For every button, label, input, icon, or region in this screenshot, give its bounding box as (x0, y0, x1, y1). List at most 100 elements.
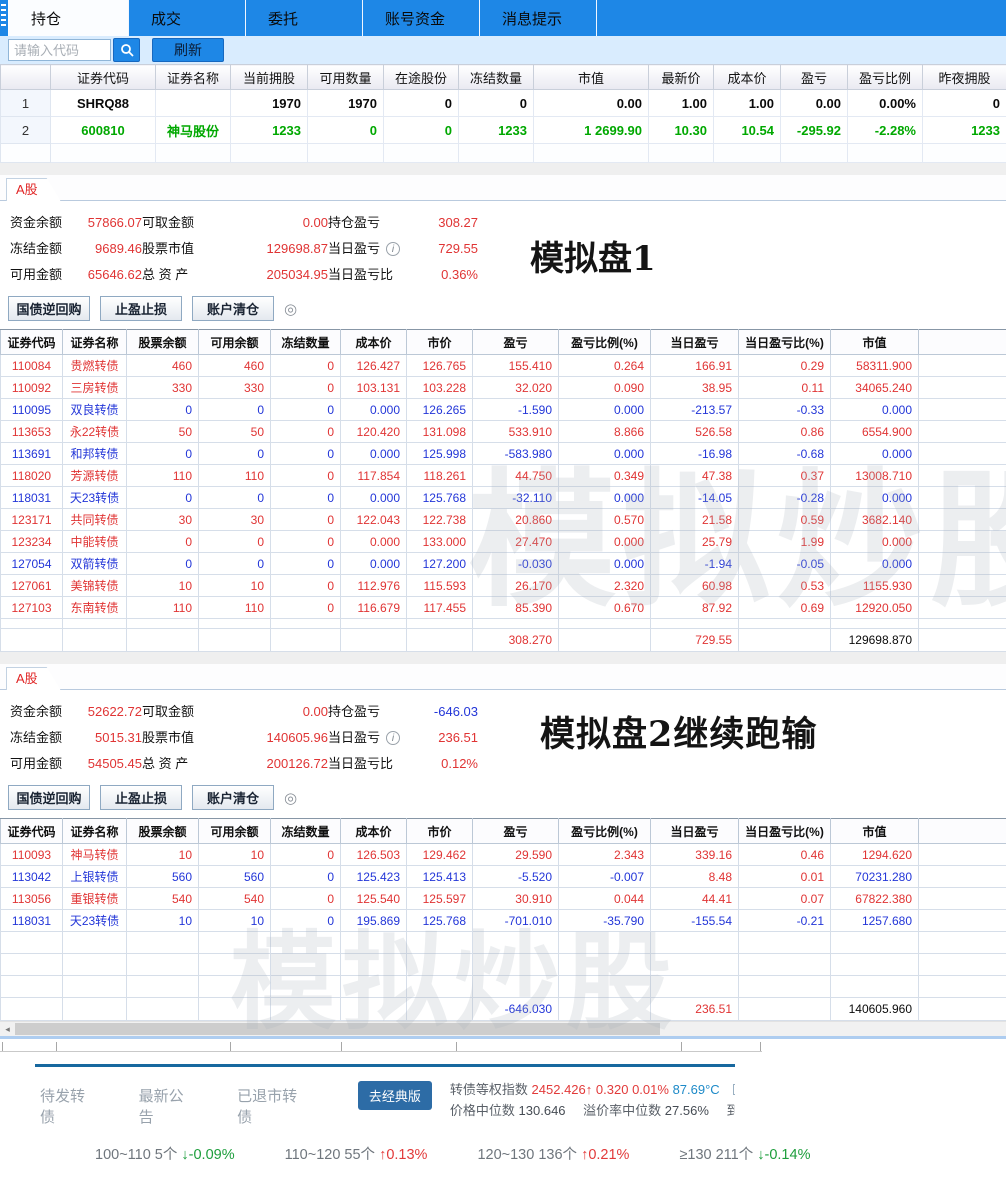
repo-button[interactable]: 国债逆回购 (8, 785, 90, 810)
bottom-menu-item-2[interactable]: 已退市转债 (237, 1085, 308, 1127)
holding-row[interactable]: 113691和邦转债0000.000125.998-583.9800.000-1… (1, 443, 1006, 465)
column-header[interactable]: 可用数量 (308, 65, 384, 90)
column-header[interactable]: 市值 (534, 65, 649, 90)
range-label: 120~130 136个 (477, 1147, 581, 1163)
scroll-left-arrow[interactable]: ◂ (0, 1022, 15, 1036)
bottom-menu-item-1[interactable]: 最新公告 (139, 1085, 196, 1127)
holding-row[interactable]: 123171共同转债30300122.043122.73820.8600.570… (1, 509, 1006, 531)
median-premium-label: 溢价率中位数 (583, 1103, 661, 1118)
column-header[interactable]: 成本价 (341, 819, 407, 844)
holding-row[interactable]: 118031天23转债0000.000125.768-32.1100.000-1… (1, 487, 1006, 509)
column-header[interactable]: 盈亏 (781, 65, 848, 90)
holding-row[interactable]: 127061美锦转债10100112.976115.59326.1702.320… (1, 575, 1006, 597)
column-header[interactable]: 证券代码 (51, 65, 156, 90)
column-header[interactable]: 证券名称 (63, 330, 127, 355)
holding-row[interactable]: 110095双良转债0000.000126.265-1.5900.000-213… (1, 399, 1006, 421)
holding-row[interactable]: 113042上银转债5605600125.423125.413-5.520-0.… (1, 866, 1006, 888)
clear-account-button[interactable]: 账户清仓 (192, 785, 274, 810)
cell: 0.000 (831, 399, 919, 421)
holding-row[interactable]: 113653永22转债50500120.420131.098533.9108.8… (1, 421, 1006, 443)
cell (559, 976, 651, 998)
top-tab-0[interactable]: 持仓 (9, 0, 129, 36)
column-header[interactable]: 在途股份 (384, 65, 459, 90)
column-header[interactable]: 昨夜拥股 (923, 65, 1006, 90)
column-header[interactable]: 盈亏比例 (848, 65, 923, 90)
column-header[interactable]: 证券名称 (63, 819, 127, 844)
search-button[interactable] (113, 38, 140, 62)
column-header[interactable]: 可用余额 (199, 330, 271, 355)
settings-icon[interactable]: ◎ (284, 789, 297, 807)
holding-row[interactable]: 123234中能转债0000.000133.00027.4700.00025.7… (1, 531, 1006, 553)
column-header[interactable]: 冻结数量 (459, 65, 534, 90)
top-tab-4[interactable]: 消息提示 (480, 0, 597, 36)
column-header[interactable]: 盈亏比例(%) (559, 819, 651, 844)
column-header[interactable]: 当日盈亏 (651, 819, 739, 844)
column-header[interactable] (1, 65, 51, 90)
search-input[interactable] (8, 39, 111, 61)
column-header[interactable]: 市值 (831, 819, 919, 844)
position-row[interactable]: 1SHRQ8819701970000.001.001.000.000.00%0 (1, 90, 1006, 117)
column-header[interactable]: 可用余额 (199, 819, 271, 844)
column-header[interactable]: 证券代码 (1, 819, 63, 844)
panel-buttons: 国债逆回购止盈止损账户清仓 ◎ (0, 292, 1006, 329)
holding-row[interactable]: 110092三房转债3303300103.131103.22832.0200.0… (1, 377, 1006, 399)
column-header[interactable]: 市值 (831, 330, 919, 355)
repo-button[interactable]: 国债逆回购 (8, 296, 90, 321)
cell: 460 (199, 355, 271, 377)
scrollbar-thumb[interactable] (15, 1023, 660, 1035)
column-header[interactable]: 成本价 (714, 65, 781, 90)
clear-account-button[interactable]: 账户清仓 (192, 296, 274, 321)
cell (407, 619, 473, 629)
column-header[interactable]: 股票余额 (127, 819, 199, 844)
column-header[interactable]: 市价 (407, 330, 473, 355)
bottom-menu-item-0[interactable]: 待发转债 (40, 1085, 97, 1127)
column-header[interactable]: 冻结数量 (271, 819, 341, 844)
cell: 127061 (1, 575, 63, 597)
cell: 113653 (1, 421, 63, 443)
holding-row[interactable]: 113056重银转债5405400125.540125.59730.9100.0… (1, 888, 1006, 910)
summary-label: 冻结金额 (10, 725, 70, 751)
column-header[interactable]: 最新价 (649, 65, 714, 90)
column-header[interactable]: 盈亏 (473, 819, 559, 844)
column-header[interactable]: 盈亏 (473, 330, 559, 355)
horizontal-scrollbar: ◂ (0, 1021, 1006, 1036)
column-header[interactable]: 盈亏比例(%) (559, 330, 651, 355)
go-classic-button[interactable]: 去经典版 (358, 1081, 432, 1110)
info-icon[interactable]: i (386, 242, 400, 256)
grip-icon[interactable] (0, 0, 9, 36)
tab-a-shares[interactable]: A股 (6, 178, 61, 201)
settings-icon[interactable]: ◎ (284, 300, 297, 318)
column-header[interactable]: 成本价 (341, 330, 407, 355)
cell: 0.349 (559, 465, 651, 487)
holding-row[interactable]: 110084贵燃转债4604600126.427126.765155.4100.… (1, 355, 1006, 377)
cell (341, 619, 407, 629)
column-header[interactable]: 当前拥股 (231, 65, 308, 90)
top-tab-3[interactable]: 账号资金 (363, 0, 480, 36)
column-header[interactable]: 市价 (407, 819, 473, 844)
column-header[interactable]: 股票余额 (127, 330, 199, 355)
tab-a-shares[interactable]: A股 (6, 667, 61, 690)
summary-value: 54505.45 (70, 751, 142, 777)
info-icon[interactable]: i (386, 731, 400, 745)
holding-row[interactable]: 127054双箭转债0000.000127.200-0.0300.000-1.9… (1, 553, 1006, 575)
holding-row[interactable]: 118020芳源转债1101100117.854118.26144.7500.3… (1, 465, 1006, 487)
holding-row[interactable]: 127103东南转债1101100116.679117.45585.3900.6… (1, 597, 1006, 619)
stop-profit-loss-button[interactable]: 止盈止损 (100, 785, 182, 810)
cell: 30 (127, 509, 199, 531)
holding-row[interactable]: 110093神马转债10100126.503129.46229.5902.343… (1, 844, 1006, 866)
column-header[interactable]: 冻结数量 (271, 330, 341, 355)
column-header[interactable]: 当日盈亏 (651, 330, 739, 355)
position-row[interactable]: 2600810神马股份12330012331 2699.9010.3010.54… (1, 117, 1006, 144)
cell: 155.410 (473, 355, 559, 377)
column-header[interactable]: 当日盈亏比(%) (739, 330, 831, 355)
cell (739, 976, 831, 998)
column-header[interactable]: 证券名称 (156, 65, 231, 90)
column-header[interactable]: 当日盈亏比(%) (739, 819, 831, 844)
top-tab-2[interactable]: 委托 (246, 0, 363, 36)
column-header[interactable]: 证券代码 (1, 330, 63, 355)
summary-value: 9689.46 (70, 236, 142, 262)
top-tab-1[interactable]: 成交 (129, 0, 246, 36)
refresh-button[interactable]: 刷新 (152, 38, 224, 62)
stop-profit-loss-button[interactable]: 止盈止损 (100, 296, 182, 321)
holding-row[interactable]: 118031天23转债10100195.869125.768-701.010-3… (1, 910, 1006, 932)
